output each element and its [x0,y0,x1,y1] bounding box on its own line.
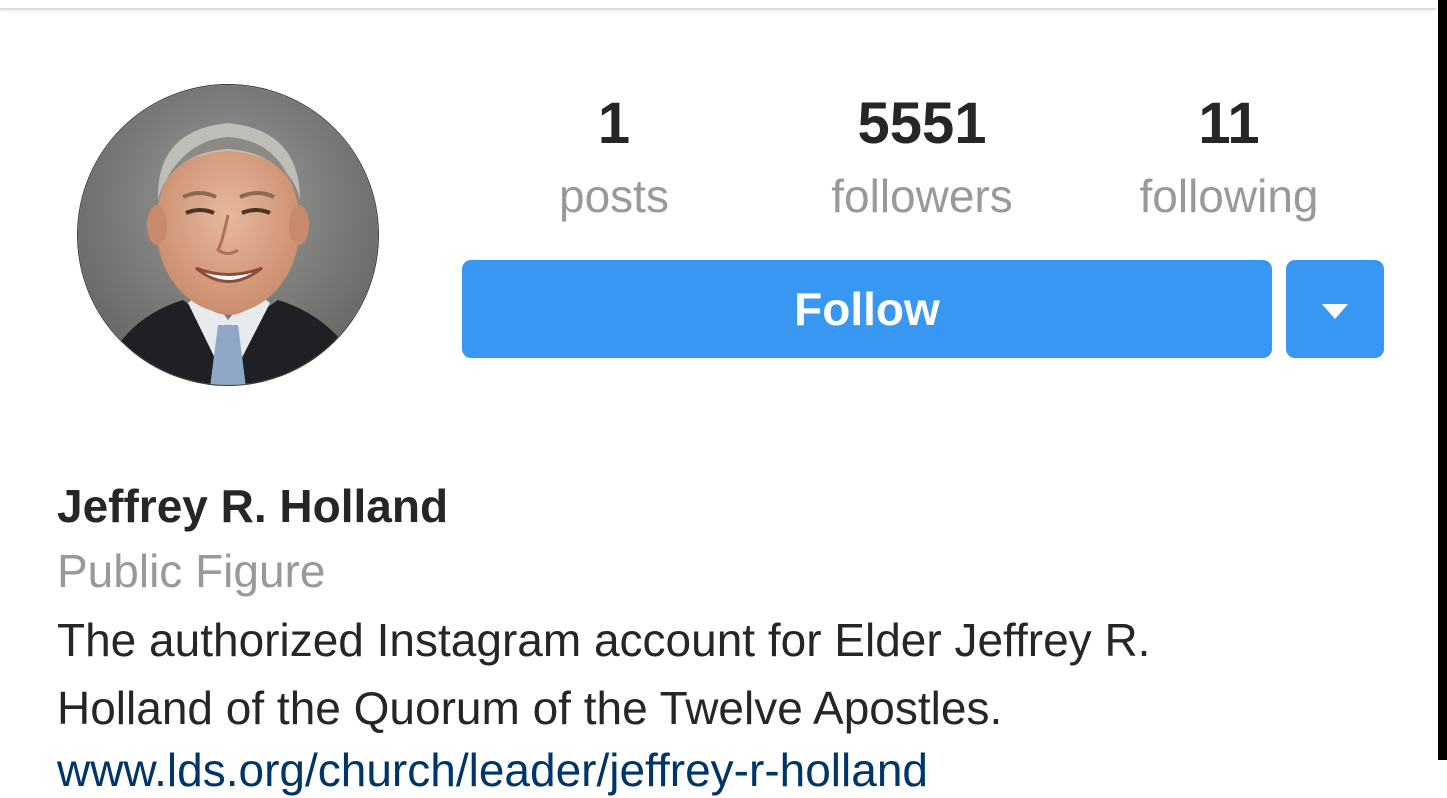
bio-line: The authorized Instagram account for Eld… [57,614,1151,666]
following-label: following [1139,170,1319,222]
bio-line: Holland of the Quorum of the Twelve Apos… [57,682,1003,734]
avatar-photo [78,85,378,385]
following-stat[interactable]: 11 following [1099,90,1359,224]
followers-stat[interactable]: 5551 followers [792,90,1052,224]
profile-name: Jeffrey R. Holland [57,480,449,532]
follow-button[interactable]: Follow [462,260,1272,358]
suggestions-dropdown-button[interactable] [1286,260,1384,358]
profile-website-link[interactable]: www.lds.org/church/leader/jeffrey-r-holl… [57,742,928,798]
posts-label: posts [559,170,669,222]
screen-edge [1438,0,1447,760]
caret-down-icon [1322,303,1348,319]
followers-count: 5551 [857,91,987,156]
following-count: 11 [1198,91,1260,156]
posts-count: 1 [597,91,631,156]
posts-stat: 1 posts [484,90,744,224]
top-divider [0,0,1436,10]
profile-category: Public Figure [57,545,326,597]
followers-label: followers [831,170,1013,222]
profile-bio: The authorized Instagram account for Eld… [57,606,1357,742]
avatar[interactable] [77,84,379,386]
